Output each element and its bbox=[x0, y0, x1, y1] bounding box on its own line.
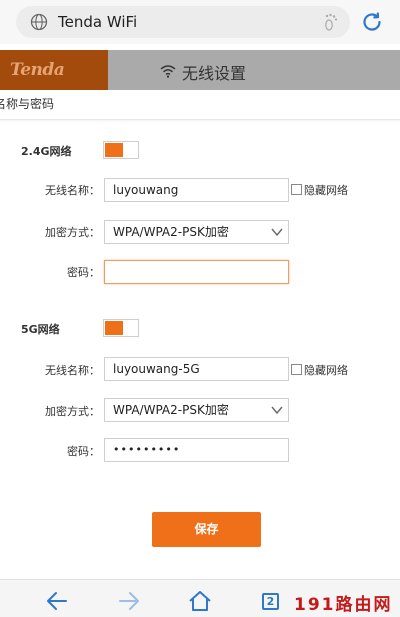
ssid-5g-label: 无线名称： bbox=[45, 364, 100, 377]
page-title: 无线设置 bbox=[182, 64, 247, 83]
hide-5g-label: 隐藏网络 bbox=[304, 364, 348, 377]
back-arrow-icon[interactable] bbox=[45, 590, 69, 612]
footprint-icon[interactable] bbox=[322, 12, 340, 32]
wifi-icon bbox=[160, 65, 176, 78]
watermark-text: 191路由网 bbox=[294, 595, 393, 615]
toggle-on-indicator bbox=[105, 143, 123, 157]
password-24g-input[interactable] bbox=[104, 260, 289, 284]
section-header: 名称与密码 bbox=[0, 90, 400, 120]
tenda-logo: Tenda bbox=[0, 50, 108, 90]
encrypt-5g-label: 加密方式： bbox=[45, 405, 100, 418]
home-icon[interactable] bbox=[188, 590, 212, 612]
section-title: 名称与密码 bbox=[0, 97, 55, 111]
password-5g-label: 密码： bbox=[67, 445, 100, 458]
hide-5g-checkbox[interactable] bbox=[291, 364, 302, 375]
chevron-down-icon bbox=[271, 228, 283, 237]
password-24g-label: 密码： bbox=[67, 266, 100, 279]
browser-address-bar: Tenda WiFi bbox=[0, 0, 400, 44]
browser-bottom-nav: 2 191路由网 bbox=[0, 579, 400, 617]
ssid-24g-label: 无线名称： bbox=[45, 184, 100, 197]
hide-24g-label: 隐藏网络 bbox=[304, 184, 348, 197]
router-header: Tenda 无线设置 bbox=[0, 50, 400, 90]
logo-text: Tenda bbox=[10, 60, 65, 80]
refresh-icon[interactable] bbox=[360, 10, 384, 34]
hide-24g-checkbox[interactable] bbox=[291, 184, 302, 195]
tab-count-button[interactable]: 2 bbox=[262, 593, 279, 610]
chevron-down-icon bbox=[271, 406, 283, 415]
ssid-24g-input[interactable]: luyouwang bbox=[104, 178, 289, 202]
encrypt-24g-select[interactable]: WPA/WPA2-PSK加密 bbox=[104, 220, 289, 244]
forward-arrow-icon[interactable] bbox=[117, 590, 141, 612]
ssid-5g-input[interactable]: luyouwang-5G bbox=[104, 357, 289, 381]
url-field[interactable]: Tenda WiFi bbox=[16, 6, 350, 38]
save-button[interactable]: 保存 bbox=[152, 512, 261, 547]
band-24g-label: 2.4G网络 bbox=[21, 145, 72, 158]
encrypt-24g-value: WPA/WPA2-PSK加密 bbox=[113, 225, 229, 239]
band-5g-toggle[interactable] bbox=[103, 319, 139, 337]
encrypt-5g-value: WPA/WPA2-PSK加密 bbox=[113, 403, 229, 417]
band-24g-toggle[interactable] bbox=[103, 141, 139, 159]
encrypt-24g-label: 加密方式： bbox=[45, 226, 100, 239]
globe-icon bbox=[30, 13, 48, 31]
band-5g-label: 5G网络 bbox=[21, 323, 60, 336]
password-5g-input[interactable]: ••••••••• bbox=[104, 438, 289, 462]
url-text: Tenda WiFi bbox=[58, 13, 138, 31]
encrypt-5g-select[interactable]: WPA/WPA2-PSK加密 bbox=[104, 398, 289, 422]
toggle-on-indicator bbox=[105, 321, 123, 335]
